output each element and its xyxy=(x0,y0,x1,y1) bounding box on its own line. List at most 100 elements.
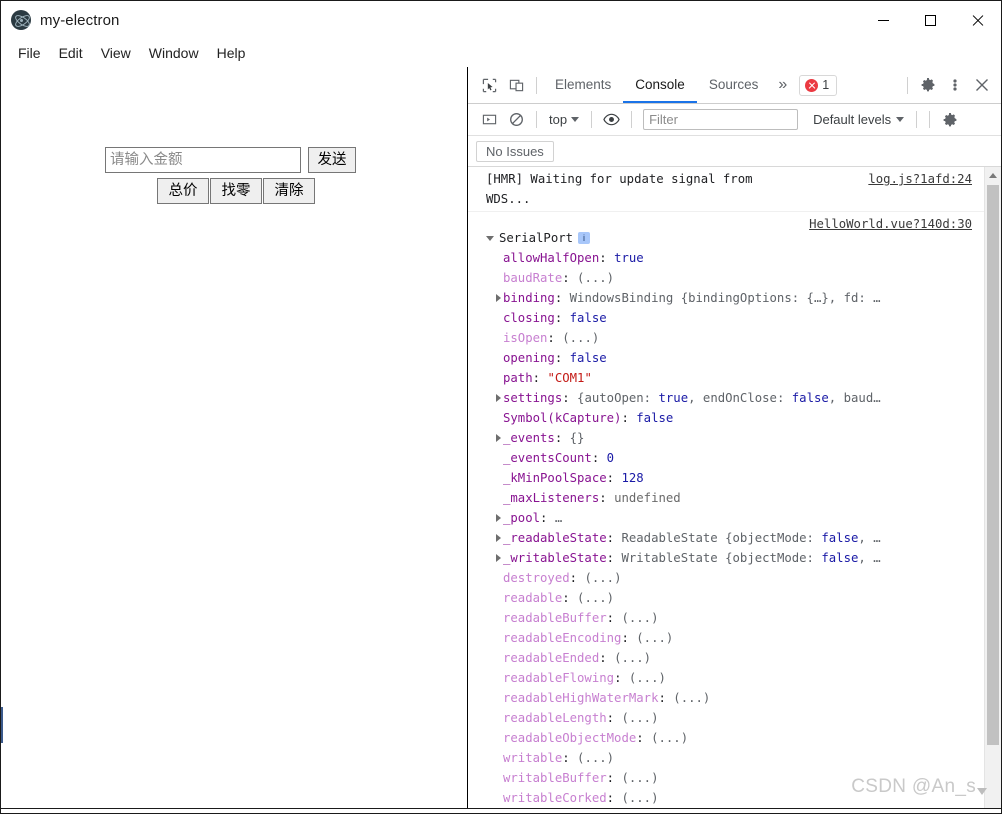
property-colon: : xyxy=(562,751,578,765)
devtools-menu-button[interactable] xyxy=(941,72,968,99)
console-output[interactable]: [HMR] Waiting for update signal from WDS… xyxy=(468,167,984,808)
object-property-row[interactable]: binding: WindowsBinding {bindingOptions:… xyxy=(496,288,974,308)
log-levels-selector[interactable]: Default levels xyxy=(807,110,910,129)
object-property-row[interactable]: readableBuffer: (...) xyxy=(496,608,974,628)
console-sidebar-toggle-button[interactable] xyxy=(476,106,503,133)
property-value: (...) xyxy=(621,611,659,625)
menu-item-edit[interactable]: Edit xyxy=(50,42,92,64)
property-expand-triangle-icon[interactable] xyxy=(496,294,501,302)
object-property-row[interactable]: allowHalfOpen: true xyxy=(496,248,974,268)
object-property-row[interactable]: isOpen: (...) xyxy=(496,328,974,348)
object-property-row[interactable]: path: "COM1" xyxy=(496,368,974,388)
property-value: (...) xyxy=(636,631,674,645)
inspect-element-button[interactable] xyxy=(476,72,503,99)
property-value: WindowsBinding {bindingOptions: {…}, fd:… xyxy=(569,291,881,305)
menu-item-help[interactable]: Help xyxy=(208,42,255,64)
object-property-row[interactable]: writableBuffer: (...) xyxy=(496,768,974,788)
info-badge-icon[interactable]: i xyxy=(578,232,591,244)
chevron-down-icon-levels xyxy=(896,117,905,122)
object-property-row[interactable]: _events: {} xyxy=(496,428,974,448)
console-settings-gear-icon xyxy=(943,112,957,126)
total-price-button[interactable]: 总价 xyxy=(157,178,209,204)
property-colon: : xyxy=(532,371,548,385)
object-property-row[interactable]: _pool: … xyxy=(496,508,974,528)
object-property-row[interactable]: readableFlowing: (...) xyxy=(496,668,974,688)
toolbar-divider xyxy=(536,76,537,94)
property-expand-triangle-icon[interactable] xyxy=(496,514,501,522)
more-tabs-button[interactable]: » xyxy=(770,76,795,94)
object-property-row[interactable]: _writableState: WritableState {objectMod… xyxy=(496,548,974,568)
error-count-badge[interactable]: 1 xyxy=(799,74,838,96)
property-expand-triangle-icon[interactable] xyxy=(496,394,501,402)
serial-form: 发送 总价 找零 清除 xyxy=(1,67,467,204)
property-expand-triangle-icon[interactable] xyxy=(496,554,501,562)
scrollbar-thumb[interactable] xyxy=(987,185,999,745)
property-colon: : xyxy=(540,511,555,525)
property-colon: : xyxy=(606,611,622,625)
tab-console[interactable]: Console xyxy=(623,67,697,103)
menu-item-view[interactable]: View xyxy=(92,42,140,64)
devtools-settings-button[interactable] xyxy=(914,72,941,99)
console-output-wrapper: [HMR] Waiting for update signal from WDS… xyxy=(468,167,1001,808)
amount-input[interactable] xyxy=(105,147,301,173)
property-colon: : xyxy=(606,771,622,785)
console-source-link[interactable]: log.js?1afd:24 xyxy=(868,169,972,189)
object-property-row[interactable]: _maxListeners: undefined xyxy=(496,488,974,508)
device-toolbar-button[interactable] xyxy=(503,72,530,99)
maximize-button[interactable] xyxy=(907,1,954,39)
devtools-toolbar: Elements Console Sources » 1 xyxy=(468,67,1001,104)
devtools-close-button[interactable] xyxy=(968,72,995,99)
object-property-row[interactable]: settings: {autoOpen: true, endOnClose: f… xyxy=(496,388,974,408)
object-property-row[interactable]: readableEncoding: (...) xyxy=(496,628,974,648)
console-scrollbar[interactable] xyxy=(984,167,1001,808)
tab-sources[interactable]: Sources xyxy=(697,67,771,103)
object-property-row[interactable]: readableEnded: (...) xyxy=(496,648,974,668)
object-property-row[interactable]: _readableState: ReadableState {objectMod… xyxy=(496,528,974,548)
property-key: writableCorked xyxy=(503,791,607,805)
property-value: 128 xyxy=(621,471,644,485)
console-object-entry[interactable]: HelloWorld.vue?140d:30 SerialPort i allo… xyxy=(468,212,984,808)
property-value: (...) xyxy=(651,731,689,745)
object-property-row[interactable]: closing: false xyxy=(496,308,974,328)
console-filter-input[interactable] xyxy=(643,109,799,130)
devtools-pane: Elements Console Sources » 1 top Filter … xyxy=(468,67,1001,808)
console-settings-button[interactable] xyxy=(936,106,963,133)
object-property-row[interactable]: opening: false xyxy=(496,348,974,368)
property-expand-triangle-icon[interactable] xyxy=(496,534,501,542)
clear-button[interactable]: 清除 xyxy=(263,178,315,204)
property-colon: : xyxy=(606,531,622,545)
object-property-row[interactable]: baudRate: (...) xyxy=(496,268,974,288)
property-colon: : xyxy=(606,551,622,565)
object-property-row[interactable]: Symbol(kCapture): false xyxy=(496,408,974,428)
object-property-row[interactable]: readableLength: (...) xyxy=(496,708,974,728)
object-property-row[interactable]: readableHighWaterMark: (...) xyxy=(496,688,974,708)
tab-elements[interactable]: Elements xyxy=(543,67,623,103)
object-name: SerialPort xyxy=(499,231,574,245)
change-button[interactable]: 找零 xyxy=(210,178,262,204)
close-button[interactable] xyxy=(954,1,1001,39)
object-property-row[interactable]: writableCorked: (...) xyxy=(496,788,974,808)
property-expand-triangle-icon[interactable] xyxy=(496,434,501,442)
expand-triangle-icon[interactable] xyxy=(486,235,494,241)
property-value: (...) xyxy=(621,771,659,785)
minimize-button[interactable] xyxy=(860,1,907,39)
object-property-row[interactable]: readable: (...) xyxy=(496,588,974,608)
object-property-row[interactable]: writable: (...) xyxy=(496,748,974,768)
menu-item-window[interactable]: Window xyxy=(140,42,208,64)
live-expression-button[interactable] xyxy=(598,106,625,133)
console-context-selector[interactable]: top xyxy=(543,110,585,129)
console-message-hmr[interactable]: [HMR] Waiting for update signal from WDS… xyxy=(468,167,984,212)
scroll-up-button[interactable] xyxy=(985,167,1001,183)
object-property-row[interactable]: readableObjectMode: (...) xyxy=(496,728,974,748)
object-property-row[interactable]: destroyed: (...) xyxy=(496,568,974,588)
clear-console-button[interactable] xyxy=(503,106,530,133)
console-context-label: top xyxy=(549,112,568,127)
error-count-label: 1 xyxy=(822,78,830,92)
property-key: _eventsCount xyxy=(503,451,592,465)
send-button[interactable]: 发送 xyxy=(308,147,356,173)
object-property-row[interactable]: _kMinPoolSpace: 128 xyxy=(496,468,974,488)
menu-item-file[interactable]: File xyxy=(9,42,50,64)
object-property-row[interactable]: _eventsCount: 0 xyxy=(496,448,974,468)
no-issues-button[interactable]: No Issues xyxy=(476,140,554,162)
console-object-source-link[interactable]: HelloWorld.vue?140d:30 xyxy=(809,214,972,234)
